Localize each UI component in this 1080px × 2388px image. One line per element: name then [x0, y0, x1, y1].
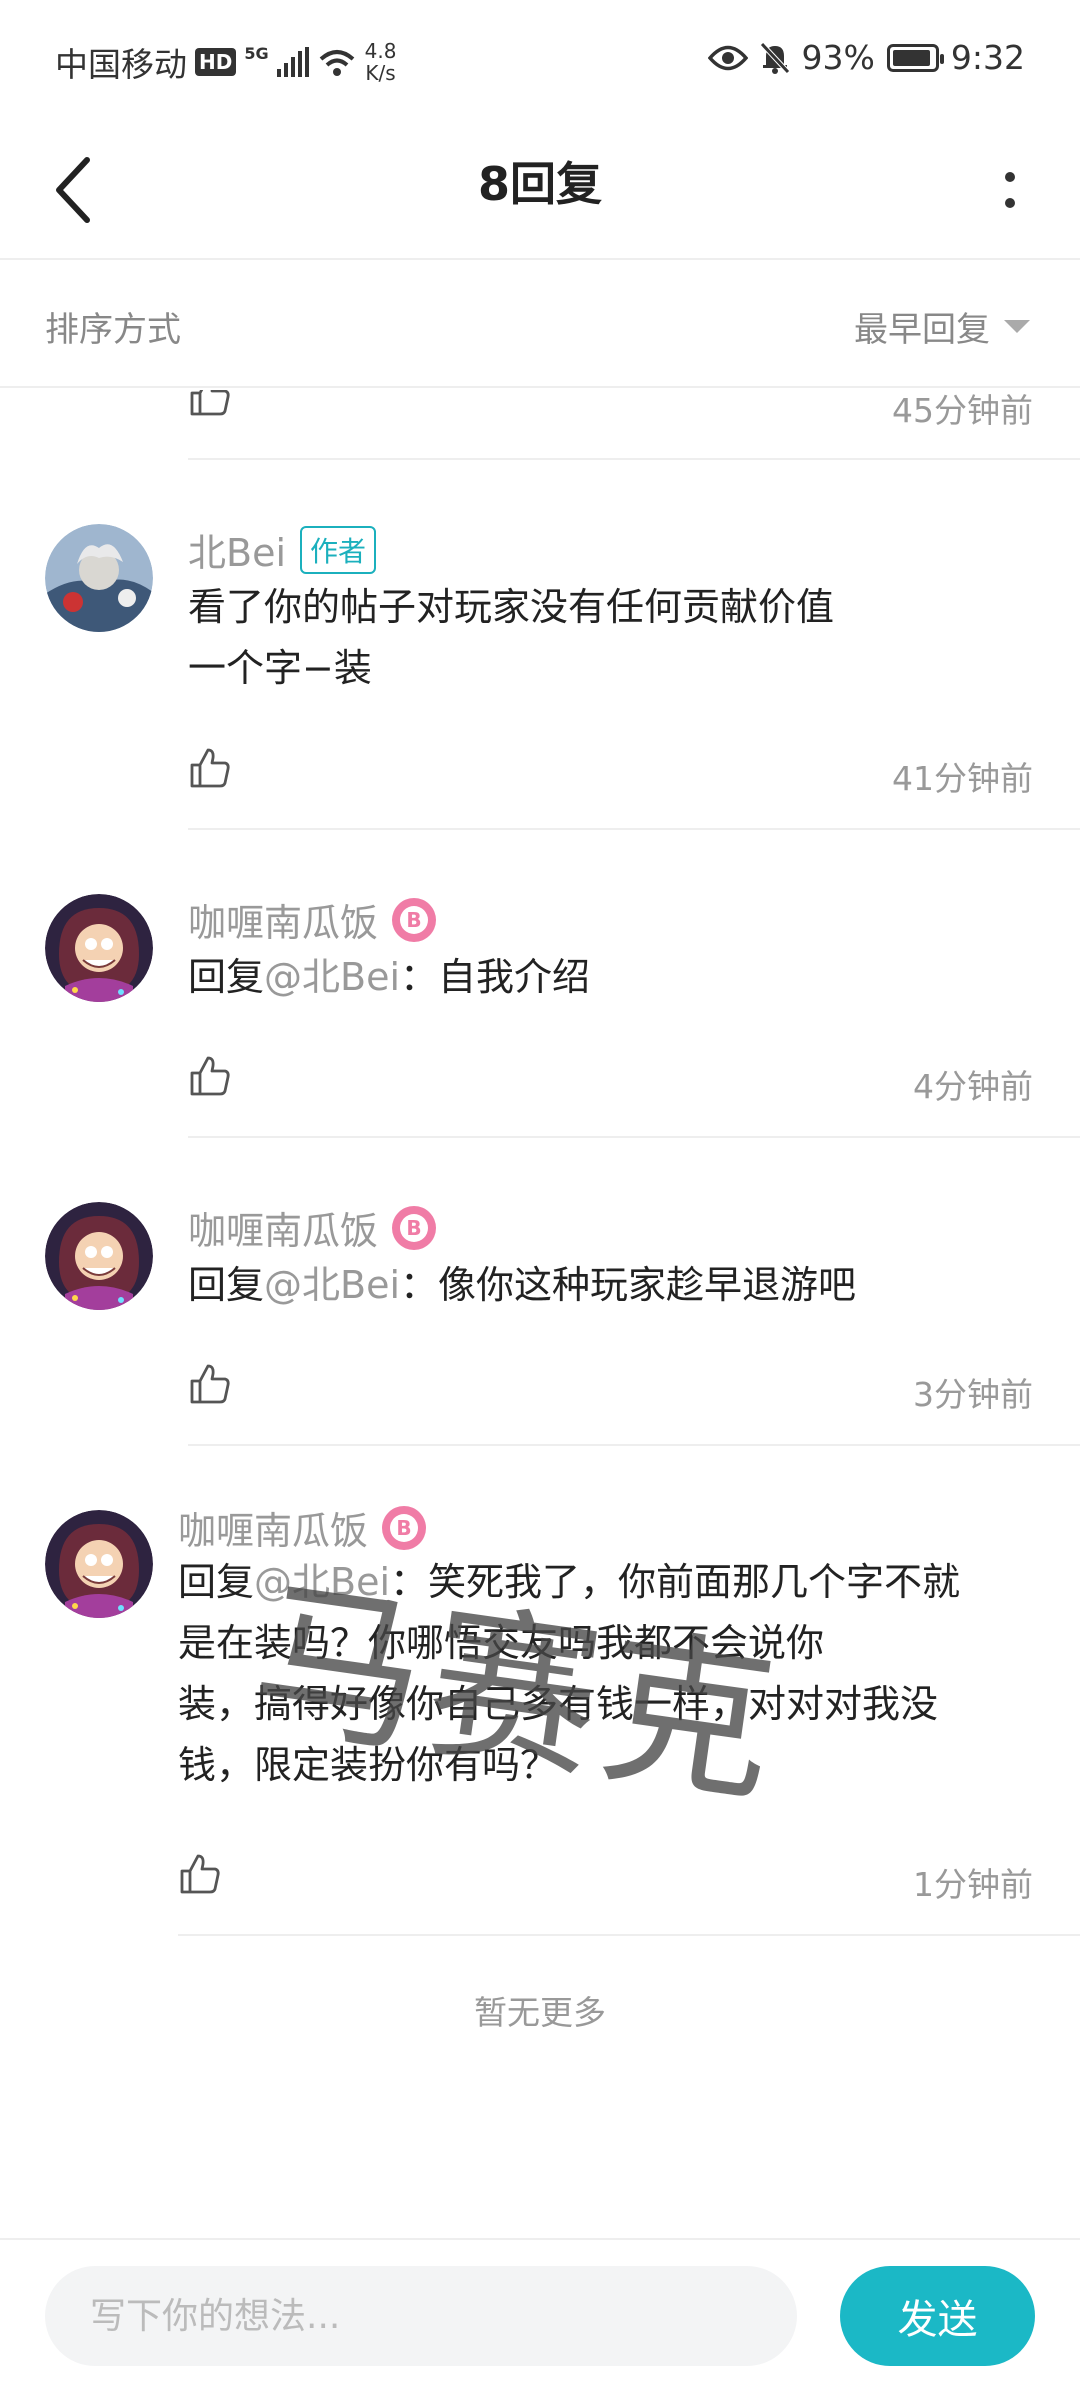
avatar[interactable]: [45, 524, 153, 632]
avatar[interactable]: [45, 1510, 153, 1618]
like-icon[interactable]: [188, 746, 232, 790]
like-icon[interactable]: [188, 1054, 232, 1098]
wifi-icon: [319, 50, 354, 76]
composer-bar: 发送: [0, 2238, 1080, 2388]
reply-time: 3分钟前: [913, 1375, 1033, 1414]
sort-bar: 排序方式 最早回复: [0, 260, 1080, 388]
reply-time: 41分钟前: [892, 759, 1033, 798]
like-icon[interactable]: [188, 390, 232, 418]
reply-list[interactable]: 45分钟前 北Bei 作者 看了你的帖子对玩家没有任何贡献价值 一个字−装 41…: [0, 390, 1080, 2235]
level-badge-icon: B: [392, 1205, 437, 1250]
divider: [178, 1934, 1080, 1936]
reply-item: 北Bei 作者 看了你的帖子对玩家没有任何贡献价值 一个字−装 41分钟前: [0, 462, 1080, 832]
reply-text: ：像你这种玩家趁早退游吧: [400, 1263, 857, 1307]
mention-link[interactable]: @北Bei: [254, 1560, 390, 1604]
avatar[interactable]: [45, 1202, 153, 1310]
username[interactable]: 北Bei: [188, 522, 286, 577]
reply-content[interactable]: 看了你的帖子对玩家没有任何贡献价值 一个字−装: [188, 577, 834, 699]
reply-content[interactable]: 回复@北Bei：自我介绍: [188, 947, 590, 1008]
clock: 9:32: [950, 38, 1025, 77]
reply-prefix: 回复: [178, 1560, 255, 1604]
divider: [188, 458, 1080, 460]
level-badge-icon: B: [392, 897, 437, 942]
battery-percent: 93%: [801, 38, 875, 77]
reply-item: 咖喱南瓜饭 B 回复@北Bei：像你这种玩家趁早退游吧 3分钟前: [0, 1140, 1080, 1448]
reply-line: 装，搞得好像你自己多有钱一样，对对对我没: [178, 1682, 939, 1726]
reply-time: 4分钟前: [913, 1067, 1033, 1106]
reply-header: 咖喱南瓜饭 B: [188, 892, 437, 947]
sort-label: 排序方式: [45, 310, 181, 350]
reply-time: 1分钟前: [913, 1865, 1033, 1904]
level-badge-icon: B: [382, 1505, 427, 1550]
no-more-label: 暂无更多: [474, 1993, 606, 2032]
divider: [188, 1136, 1080, 1138]
reply-line: 钱，限定装扮你有吗？: [178, 1743, 559, 1787]
battery-icon: [886, 43, 944, 72]
reply-header: 北Bei 作者: [188, 522, 377, 577]
reply-time: 45分钟前: [892, 391, 1033, 430]
header: 8回复: [0, 120, 1080, 260]
reply-text: ：笑死我了，你前面那几个字不就: [390, 1560, 961, 1604]
author-badge: 作者: [300, 525, 377, 574]
reply-text: ：自我介绍: [400, 955, 591, 999]
reply-header: 咖喱南瓜饭 B: [178, 1500, 427, 1555]
speed-value: 4.8: [364, 39, 397, 63]
reply-line: 看了你的帖子对玩家没有任何贡献价值: [188, 585, 835, 629]
mention-link[interactable]: @北Bei: [264, 1263, 400, 1307]
like-icon[interactable]: [178, 1852, 222, 1896]
status-bar: 中国移动 HD 5G 4.8 K/s 93% 9:32: [0, 0, 1080, 120]
mention-link[interactable]: @北Bei: [264, 955, 400, 999]
reply-item: 咖喱南瓜饭 B 回复@北Bei：笑死我了，你前面那几个字不就 是在装吗？你哪悟交…: [0, 1448, 1080, 1938]
reply-header: 咖喱南瓜饭 B: [188, 1200, 437, 1255]
carrier-name: 中国移动: [55, 45, 187, 84]
reply-prefix: 回复: [188, 955, 265, 999]
hd-icon: HD: [195, 48, 237, 76]
comment-input[interactable]: [45, 2266, 797, 2366]
more-vertical-icon[interactable]: [995, 155, 1025, 225]
username[interactable]: 咖喱南瓜饭: [188, 1200, 378, 1255]
page-title: 8回复: [477, 157, 602, 211]
like-icon[interactable]: [188, 1362, 232, 1406]
caret-down-icon: [1004, 320, 1030, 333]
status-left: 中国移动 HD 5G 4.8 K/s: [55, 38, 396, 86]
network-speed: 4.8 K/s: [365, 40, 397, 84]
status-right: 93% 9:32: [707, 38, 1025, 77]
eye-icon: [707, 45, 748, 70]
mute-bell-icon: [759, 41, 790, 74]
reply-item: 咖喱南瓜饭 B 回复@北Bei：自我介绍 4分钟前: [0, 832, 1080, 1140]
reply-prefix: 回复: [188, 1263, 265, 1307]
reply-line: 是在装吗？你哪悟交友吗我都不会说你: [178, 1621, 825, 1665]
reply-content[interactable]: 回复@北Bei：像你这种玩家趁早退游吧: [188, 1255, 856, 1316]
sort-dropdown[interactable]: 最早回复: [854, 302, 1030, 351]
avatar[interactable]: [45, 894, 153, 1002]
speed-unit: K/s: [365, 61, 396, 85]
reply-line: 回复@北Bei：笑死我了，你前面那几个字不就: [178, 1552, 960, 1613]
send-button[interactable]: 发送: [840, 2266, 1035, 2366]
signal-icon: [276, 47, 309, 77]
divider: [188, 828, 1080, 830]
username[interactable]: 咖喱南瓜饭: [188, 892, 378, 947]
network-type: 5G: [244, 43, 269, 63]
reply-item: 45分钟前: [0, 390, 1080, 462]
reply-content[interactable]: 回复@北Bei：笑死我了，你前面那几个字不就 是在装吗？你哪悟交友吗我都不会说你…: [178, 1552, 960, 1796]
divider: [188, 1444, 1080, 1446]
sort-selected-value: 最早回复: [854, 310, 990, 350]
username[interactable]: 咖喱南瓜饭: [178, 1500, 368, 1555]
reply-line: 一个字−装: [188, 646, 372, 690]
